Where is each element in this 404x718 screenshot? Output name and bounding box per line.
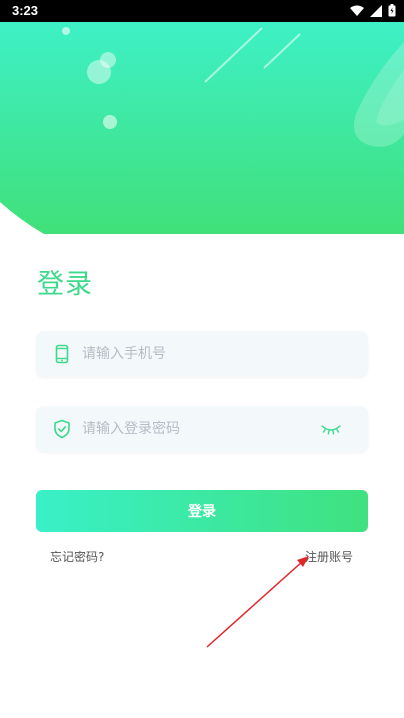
page-title: 登录 xyxy=(37,269,93,300)
forgot-password-link[interactable]: 忘记密码? xyxy=(50,548,104,565)
header-background xyxy=(0,22,404,234)
phone-field[interactable] xyxy=(36,331,368,377)
shield-check-icon xyxy=(52,419,72,439)
battery-icon xyxy=(388,4,396,17)
phone-input[interactable] xyxy=(82,331,322,377)
phone-icon xyxy=(52,344,72,364)
signal-icon xyxy=(370,4,382,17)
status-time: 3:23 xyxy=(12,3,39,18)
register-link[interactable]: 注册账号 xyxy=(305,548,353,565)
status-bar: 3:23 xyxy=(0,0,404,22)
eye-closed-icon[interactable] xyxy=(320,421,342,437)
password-input[interactable] xyxy=(82,406,322,452)
status-icons xyxy=(350,4,396,17)
login-button[interactable]: 登录 xyxy=(36,490,368,532)
password-field[interactable] xyxy=(36,406,368,452)
wifi-icon xyxy=(350,5,364,17)
